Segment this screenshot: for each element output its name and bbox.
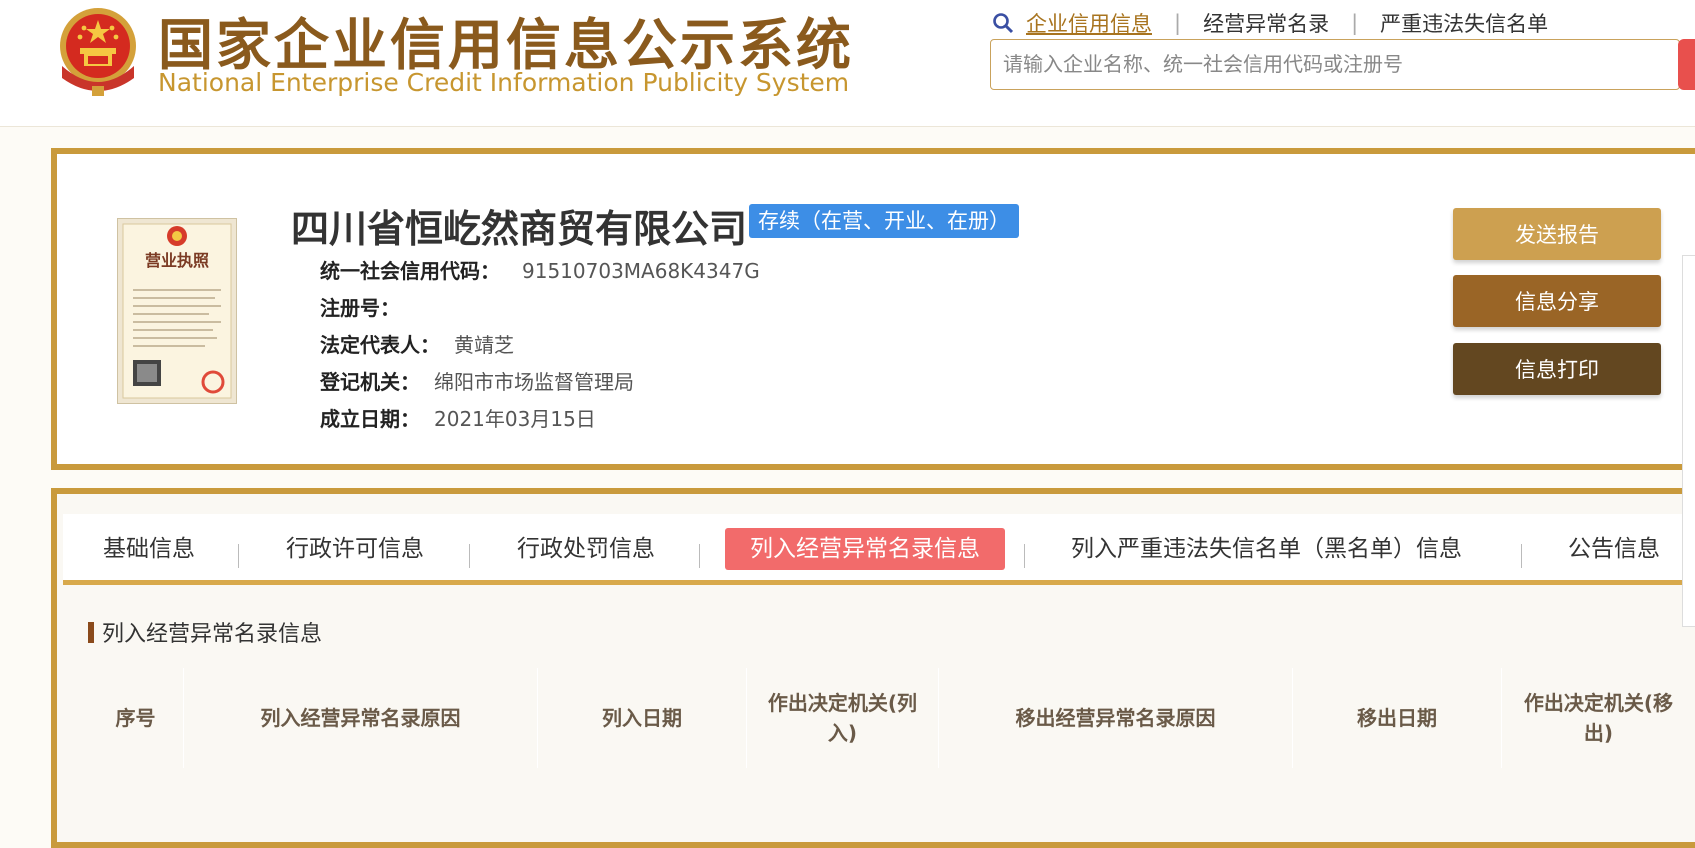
column-header: 作出决定机关(移出): [1523, 691, 1674, 745]
nav-separator: |: [1351, 11, 1359, 35]
company-info-panel: [51, 148, 1695, 470]
column-header: 列入经营异常名录原因: [184, 668, 538, 768]
tab-separator: [1024, 544, 1025, 568]
tab-abnormal-operation[interactable]: 列入经营异常名录信息: [725, 528, 1005, 570]
info-value: 91510703MA68K4347G: [522, 259, 760, 283]
info-row-registration-authority: 登记机关： 绵阳市市场监督管理局: [320, 366, 634, 395]
info-row-establishment-date: 成立日期： 2021年03月15日: [320, 403, 596, 432]
tab-administrative-license[interactable]: 行政许可信息: [286, 528, 424, 570]
status-badge: 存续（在营、开业、在册）: [749, 204, 1019, 238]
nav-abnormal-operation-list[interactable]: 经营异常名录: [1203, 8, 1329, 38]
tab-underline: [63, 580, 1695, 585]
tab-bar: 基础信息 行政许可信息 行政处罚信息 列入经营异常名录信息 列入严重违法失信名单…: [63, 514, 1695, 580]
share-info-button[interactable]: 信息分享: [1453, 275, 1661, 327]
site-header: 国家企业信用信息公示系统 National Enterprise Credit …: [0, 0, 1695, 127]
tab-announcements[interactable]: 公告信息: [1568, 528, 1660, 570]
column-header: 列入日期: [538, 668, 747, 768]
info-value: 黄靖芝: [454, 333, 514, 357]
tab-serious-violation-blacklist[interactable]: 列入严重违法失信名单（黑名单）信息: [1071, 528, 1462, 570]
top-nav: 企业信用信息 | 经营异常名录 | 严重违法失信名单: [992, 8, 1548, 38]
search-input[interactable]: [991, 40, 1655, 88]
info-label: 登记机关：: [320, 370, 420, 394]
tab-separator: [699, 544, 700, 568]
info-label: 注册号：: [320, 296, 400, 320]
national-emblem-icon: [60, 8, 136, 96]
tab-separator: [469, 544, 470, 568]
print-info-button[interactable]: 信息打印: [1453, 343, 1661, 395]
section-title-marker: [88, 621, 94, 643]
tab-administrative-penalty[interactable]: 行政处罚信息: [517, 528, 655, 570]
info-label: 统一社会信用代码：: [320, 259, 500, 283]
nav-enterprise-credit-info[interactable]: 企业信用信息: [1026, 8, 1152, 38]
tab-separator: [238, 544, 239, 568]
company-name: 四川省恒屹然商贸有限公司: [291, 207, 748, 251]
tab-basic-info[interactable]: 基础信息: [103, 528, 195, 570]
column-header: 移出日期: [1293, 668, 1502, 768]
search-icon: [993, 13, 1014, 34]
column-header: 移出经营异常名录原因: [939, 668, 1293, 768]
info-row-legal-representative: 法定代表人： 黄靖芝: [320, 329, 514, 358]
search-button[interactable]: [1678, 39, 1695, 90]
column-header: 序号: [88, 668, 184, 768]
tab-separator: [1521, 544, 1522, 568]
license-title: 营业执照: [145, 251, 209, 270]
section-title-text: 列入经营异常名录信息: [102, 622, 323, 647]
info-value: 2021年03月15日: [434, 407, 596, 431]
nav-separator: |: [1174, 11, 1182, 35]
search-box: [990, 39, 1680, 90]
nav-serious-violation-list[interactable]: 严重违法失信名单: [1380, 8, 1548, 38]
info-row-registration-number: 注册号：: [320, 292, 414, 321]
info-label: 成立日期：: [320, 407, 420, 431]
section-title: 列入经营异常名录信息: [88, 616, 322, 648]
business-license-image: 营业执照: [117, 218, 237, 404]
send-report-button[interactable]: 发送报告: [1453, 208, 1661, 260]
info-row-credit-code: 统一社会信用代码： 91510703MA68K4347G: [320, 255, 760, 284]
column-header: 作出决定机关(列入): [747, 668, 939, 768]
info-label: 法定代表人：: [320, 333, 440, 357]
info-value: 绵阳市市场监督管理局: [434, 370, 634, 394]
site-title-english: National Enterprise Credit Information P…: [158, 68, 850, 97]
side-toolbar[interactable]: [1682, 255, 1695, 627]
